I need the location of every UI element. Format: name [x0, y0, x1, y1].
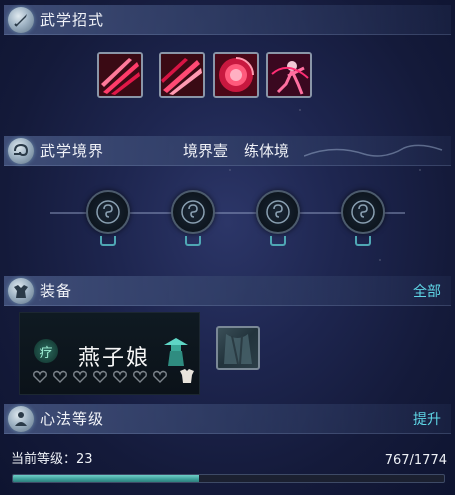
heart-icon — [53, 370, 67, 383]
realm-node-4[interactable] — [341, 190, 385, 234]
slash-skill-2-icon[interactable] — [159, 52, 205, 98]
realm-name: 境界壹 — [183, 142, 229, 160]
heart-icon — [93, 370, 107, 383]
lock-icon — [100, 236, 116, 246]
lock-icon — [185, 236, 201, 246]
heal-badge-icon: 疗 — [34, 339, 58, 363]
skills-section-header: 武学招式 — [4, 5, 451, 35]
cloud-ornament — [304, 144, 443, 157]
upgrade-button[interactable]: 提升 — [413, 409, 441, 429]
level-progress-bar — [12, 474, 445, 483]
equipment-section-title: 装备 — [40, 282, 73, 300]
meditation-icon — [8, 405, 34, 432]
skills-section-title: 武学招式 — [40, 11, 105, 29]
level-progress-text: 767/1774 — [384, 453, 447, 468]
dancer-skill-icon[interactable] — [266, 52, 312, 98]
slash-skill-1-icon[interactable] — [97, 52, 143, 98]
realm-node-3[interactable] — [256, 190, 300, 234]
cloth-icon — [180, 369, 194, 383]
realm-section-title: 武学境界 — [40, 142, 105, 160]
armor-icon — [8, 277, 34, 304]
equipment-card[interactable]: 疗 燕子娘 — [19, 312, 200, 395]
equipment-section-header: 装备 全部 — [4, 276, 451, 306]
lock-icon — [270, 236, 286, 246]
heal-badge-label: 疗 — [39, 345, 53, 361]
lock-icon — [355, 236, 371, 246]
mind-section-title: 心法等级 — [40, 410, 105, 428]
view-all-button[interactable]: 全部 — [413, 281, 441, 301]
current-level-label: 当前等级：23 — [11, 452, 93, 467]
sword-icon — [8, 6, 34, 33]
heart-icon — [133, 370, 147, 383]
swirl-icon — [351, 200, 375, 224]
level-progress-fill — [13, 475, 200, 482]
swirl-icon — [266, 200, 290, 224]
heart-icon — [153, 370, 167, 383]
swirl-icon — [181, 200, 205, 224]
equipment-name: 燕子娘 — [78, 346, 151, 371]
realm-section-header: 武学境界 境界壹 练体境 — [4, 136, 451, 166]
realm-level: 练体境 — [244, 142, 290, 160]
realm-node-2[interactable] — [171, 190, 215, 234]
realm-node-1[interactable] — [86, 190, 130, 234]
swirl-icon — [96, 200, 120, 224]
swirl-icon — [8, 137, 34, 164]
heart-icon — [113, 370, 127, 383]
straw-hat-figure-icon — [164, 338, 188, 366]
heart-icon — [73, 370, 87, 383]
heart-icon — [33, 370, 47, 383]
robe-slot-icon[interactable] — [216, 326, 260, 370]
mind-section-header: 心法等级 提升 — [4, 404, 451, 434]
rose-swirl-skill-icon[interactable] — [213, 52, 259, 98]
